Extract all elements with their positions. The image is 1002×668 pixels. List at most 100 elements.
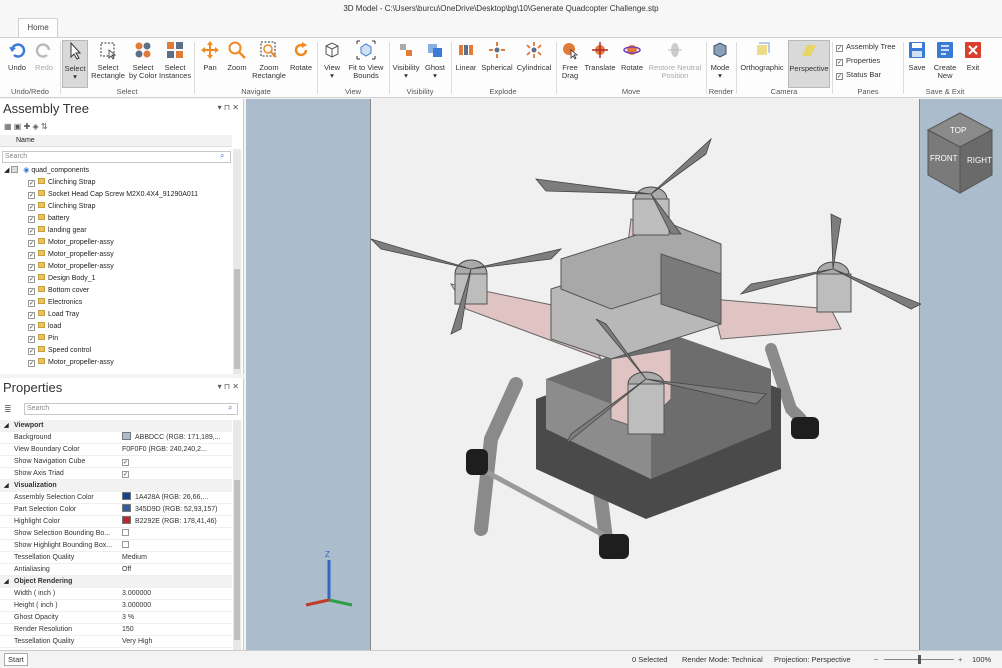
- checkbox-checked-icon[interactable]: ✓: [28, 228, 35, 235]
- checkbox-partial-icon[interactable]: [11, 166, 19, 173]
- fit-to-view-button[interactable]: Fit to View Bounds: [346, 40, 386, 80]
- properties-search-input[interactable]: Search: [24, 403, 238, 415]
- select-button[interactable]: Select ▾: [62, 40, 88, 88]
- property-row[interactable]: Antialiasing Off: [0, 564, 232, 576]
- tree-item[interactable]: ✓ Motor_propeller-assy: [28, 261, 114, 273]
- property-category[interactable]: Viewport ◢: [0, 420, 232, 432]
- tree-item[interactable]: ✓ Motor_propeller-assy: [28, 249, 114, 261]
- zoom-button[interactable]: Zoom: [224, 40, 250, 72]
- select-instances-button[interactable]: Select Instances: [159, 40, 191, 80]
- tree-scrollbar[interactable]: [233, 149, 241, 374]
- panel-controls[interactable]: ▾ ⊓ ✕: [218, 382, 239, 391]
- select-by-color-button[interactable]: Select by Color: [128, 40, 158, 80]
- tree-item[interactable]: ✓ Clinching Strap: [28, 177, 95, 189]
- start-button[interactable]: Start: [4, 653, 28, 666]
- redo-button[interactable]: Redo: [32, 40, 56, 72]
- property-value[interactable]: [122, 540, 230, 552]
- viewport[interactable]: Z TOP FRONT RIGHT: [246, 99, 1002, 650]
- view-boundary[interactable]: [370, 99, 922, 650]
- collapse-icon[interactable]: ◢: [4, 167, 9, 174]
- spherical-explode-button[interactable]: Spherical: [480, 40, 514, 72]
- property-value[interactable]: 1A428A (RGB: 26,66,...: [122, 492, 230, 504]
- tree-item[interactable]: ✓ Speed control: [28, 345, 91, 357]
- search-icon[interactable]: ⌕: [228, 403, 232, 413]
- restore-neutral-button[interactable]: Restore Neutral Position: [646, 40, 704, 80]
- property-value[interactable]: B2292E (RGB: 178,41,46): [122, 516, 230, 528]
- property-row[interactable]: Background ABBDCC (RGB: 171,189,...: [0, 432, 232, 444]
- zoom-slider-thumb[interactable]: [918, 655, 921, 664]
- translate-button[interactable]: Translate: [584, 40, 616, 72]
- view-button[interactable]: View ▾: [320, 40, 344, 80]
- property-row[interactable]: Highlight Color B2292E (RGB: 178,41,46): [0, 516, 232, 528]
- navigation-cube[interactable]: TOP FRONT RIGHT: [920, 105, 1000, 205]
- checkbox-checked-icon[interactable]: ✓: [28, 348, 35, 355]
- exit-button[interactable]: Exit: [962, 40, 984, 72]
- tree-search-input[interactable]: Search: [2, 151, 231, 163]
- collapse-icon[interactable]: ◢: [4, 576, 9, 588]
- create-new-button[interactable]: Create New: [930, 40, 960, 80]
- tree-item[interactable]: ✓ battery: [28, 213, 69, 225]
- checkbox-checked-icon[interactable]: ✓: [28, 192, 35, 199]
- pane-properties-checkbox[interactable]: ✓ Properties: [836, 56, 880, 66]
- zoom-in-icon[interactable]: +: [958, 651, 962, 668]
- property-row[interactable]: View Boundary Color F0F0F0 (RGB: 240,240,…: [0, 444, 232, 456]
- tree-item[interactable]: ✓ Clinching Strap: [28, 201, 95, 213]
- collapse-icon[interactable]: ◢: [4, 420, 9, 432]
- property-checkbox[interactable]: [122, 541, 129, 548]
- property-row[interactable]: Show Highlight Bounding Box...: [0, 540, 232, 552]
- property-value[interactable]: 3.000000: [122, 588, 230, 600]
- pane-assembly-tree-checkbox[interactable]: ✓ Assembly Tree: [836, 42, 896, 52]
- property-value[interactable]: ✓: [122, 468, 230, 480]
- checkbox-checked-icon[interactable]: ✓: [28, 252, 35, 259]
- nav-cube-right[interactable]: RIGHT: [967, 156, 992, 165]
- checkbox-checked-icon[interactable]: ✓: [28, 276, 35, 283]
- tree-item[interactable]: ✓ Electronics: [28, 297, 82, 309]
- visibility-button[interactable]: Visibility ▾: [391, 40, 421, 80]
- property-row[interactable]: Render Resolution 150: [0, 624, 232, 636]
- properties-scroll-thumb[interactable]: [234, 480, 240, 640]
- color-swatch[interactable]: [122, 432, 131, 440]
- tree-item[interactable]: ✓ landing gear: [28, 225, 87, 237]
- property-value[interactable]: ABBDCC (RGB: 171,189,...: [122, 432, 230, 444]
- undo-button[interactable]: Undo: [4, 40, 30, 72]
- rotate-part-button[interactable]: Rotate: [618, 40, 646, 72]
- zoom-rectangle-button[interactable]: Zoom Rectangle: [252, 40, 286, 80]
- panel-controls[interactable]: ▾ ⊓ ✕: [218, 103, 239, 112]
- property-value[interactable]: 3.000000: [122, 600, 230, 612]
- checkbox-checked-icon[interactable]: ✓: [28, 288, 35, 295]
- tree-toolbar-icons[interactable]: ▦ ▣ ✚ ◈ ⇅: [4, 122, 48, 131]
- tree-root-item[interactable]: ◢ ◉ quad_components: [4, 165, 89, 177]
- property-row[interactable]: Width ( inch ) 3.000000: [0, 588, 232, 600]
- tree-item[interactable]: ✓ Motor_propeller-assy: [28, 237, 114, 249]
- properties-sort-icon[interactable]: ≣: [4, 404, 12, 415]
- nav-cube-front[interactable]: FRONT: [930, 154, 958, 163]
- checkbox-checked-icon[interactable]: ✓: [28, 204, 35, 211]
- property-value[interactable]: Medium: [122, 552, 230, 564]
- checkbox-checked-icon[interactable]: ✓: [28, 324, 35, 331]
- pan-button[interactable]: Pan: [198, 40, 222, 72]
- rotate-view-button[interactable]: Rotate: [288, 40, 314, 72]
- property-category[interactable]: Visualization ◢: [0, 480, 232, 492]
- property-value[interactable]: [122, 528, 230, 540]
- render-mode-button[interactable]: Mode ▾: [708, 40, 732, 80]
- tree-item[interactable]: ✓ Bottom cover: [28, 285, 89, 297]
- perspective-button[interactable]: Perspective: [788, 40, 830, 88]
- nav-cube-top[interactable]: TOP: [950, 126, 966, 135]
- checkbox-checked-icon[interactable]: ✓: [28, 360, 35, 367]
- tab-home[interactable]: Home: [18, 18, 58, 37]
- property-row[interactable]: Ghost Opacity 3 %: [0, 612, 232, 624]
- search-icon[interactable]: ⌕: [220, 151, 224, 161]
- zoom-out-icon[interactable]: −: [874, 651, 878, 668]
- cylindrical-explode-button[interactable]: Cylindrical: [516, 40, 552, 72]
- tree-item[interactable]: ✓ Load Tray: [28, 309, 79, 321]
- property-row[interactable]: Show Navigation Cube ✓: [0, 456, 232, 468]
- property-value[interactable]: F0F0F0 (RGB: 240,240,2...: [122, 444, 230, 456]
- color-swatch[interactable]: [122, 492, 131, 500]
- checkbox-checked-icon[interactable]: ✓: [28, 216, 35, 223]
- orthographic-button[interactable]: Orthographic: [738, 40, 786, 72]
- property-value[interactable]: 150: [122, 624, 230, 636]
- tree-item[interactable]: ✓ Motor_propeller-assy: [28, 357, 114, 369]
- free-drag-button[interactable]: Free Drag: [558, 40, 582, 80]
- property-checkbox[interactable]: ✓: [122, 459, 129, 466]
- collapse-icon[interactable]: ◢: [4, 480, 9, 492]
